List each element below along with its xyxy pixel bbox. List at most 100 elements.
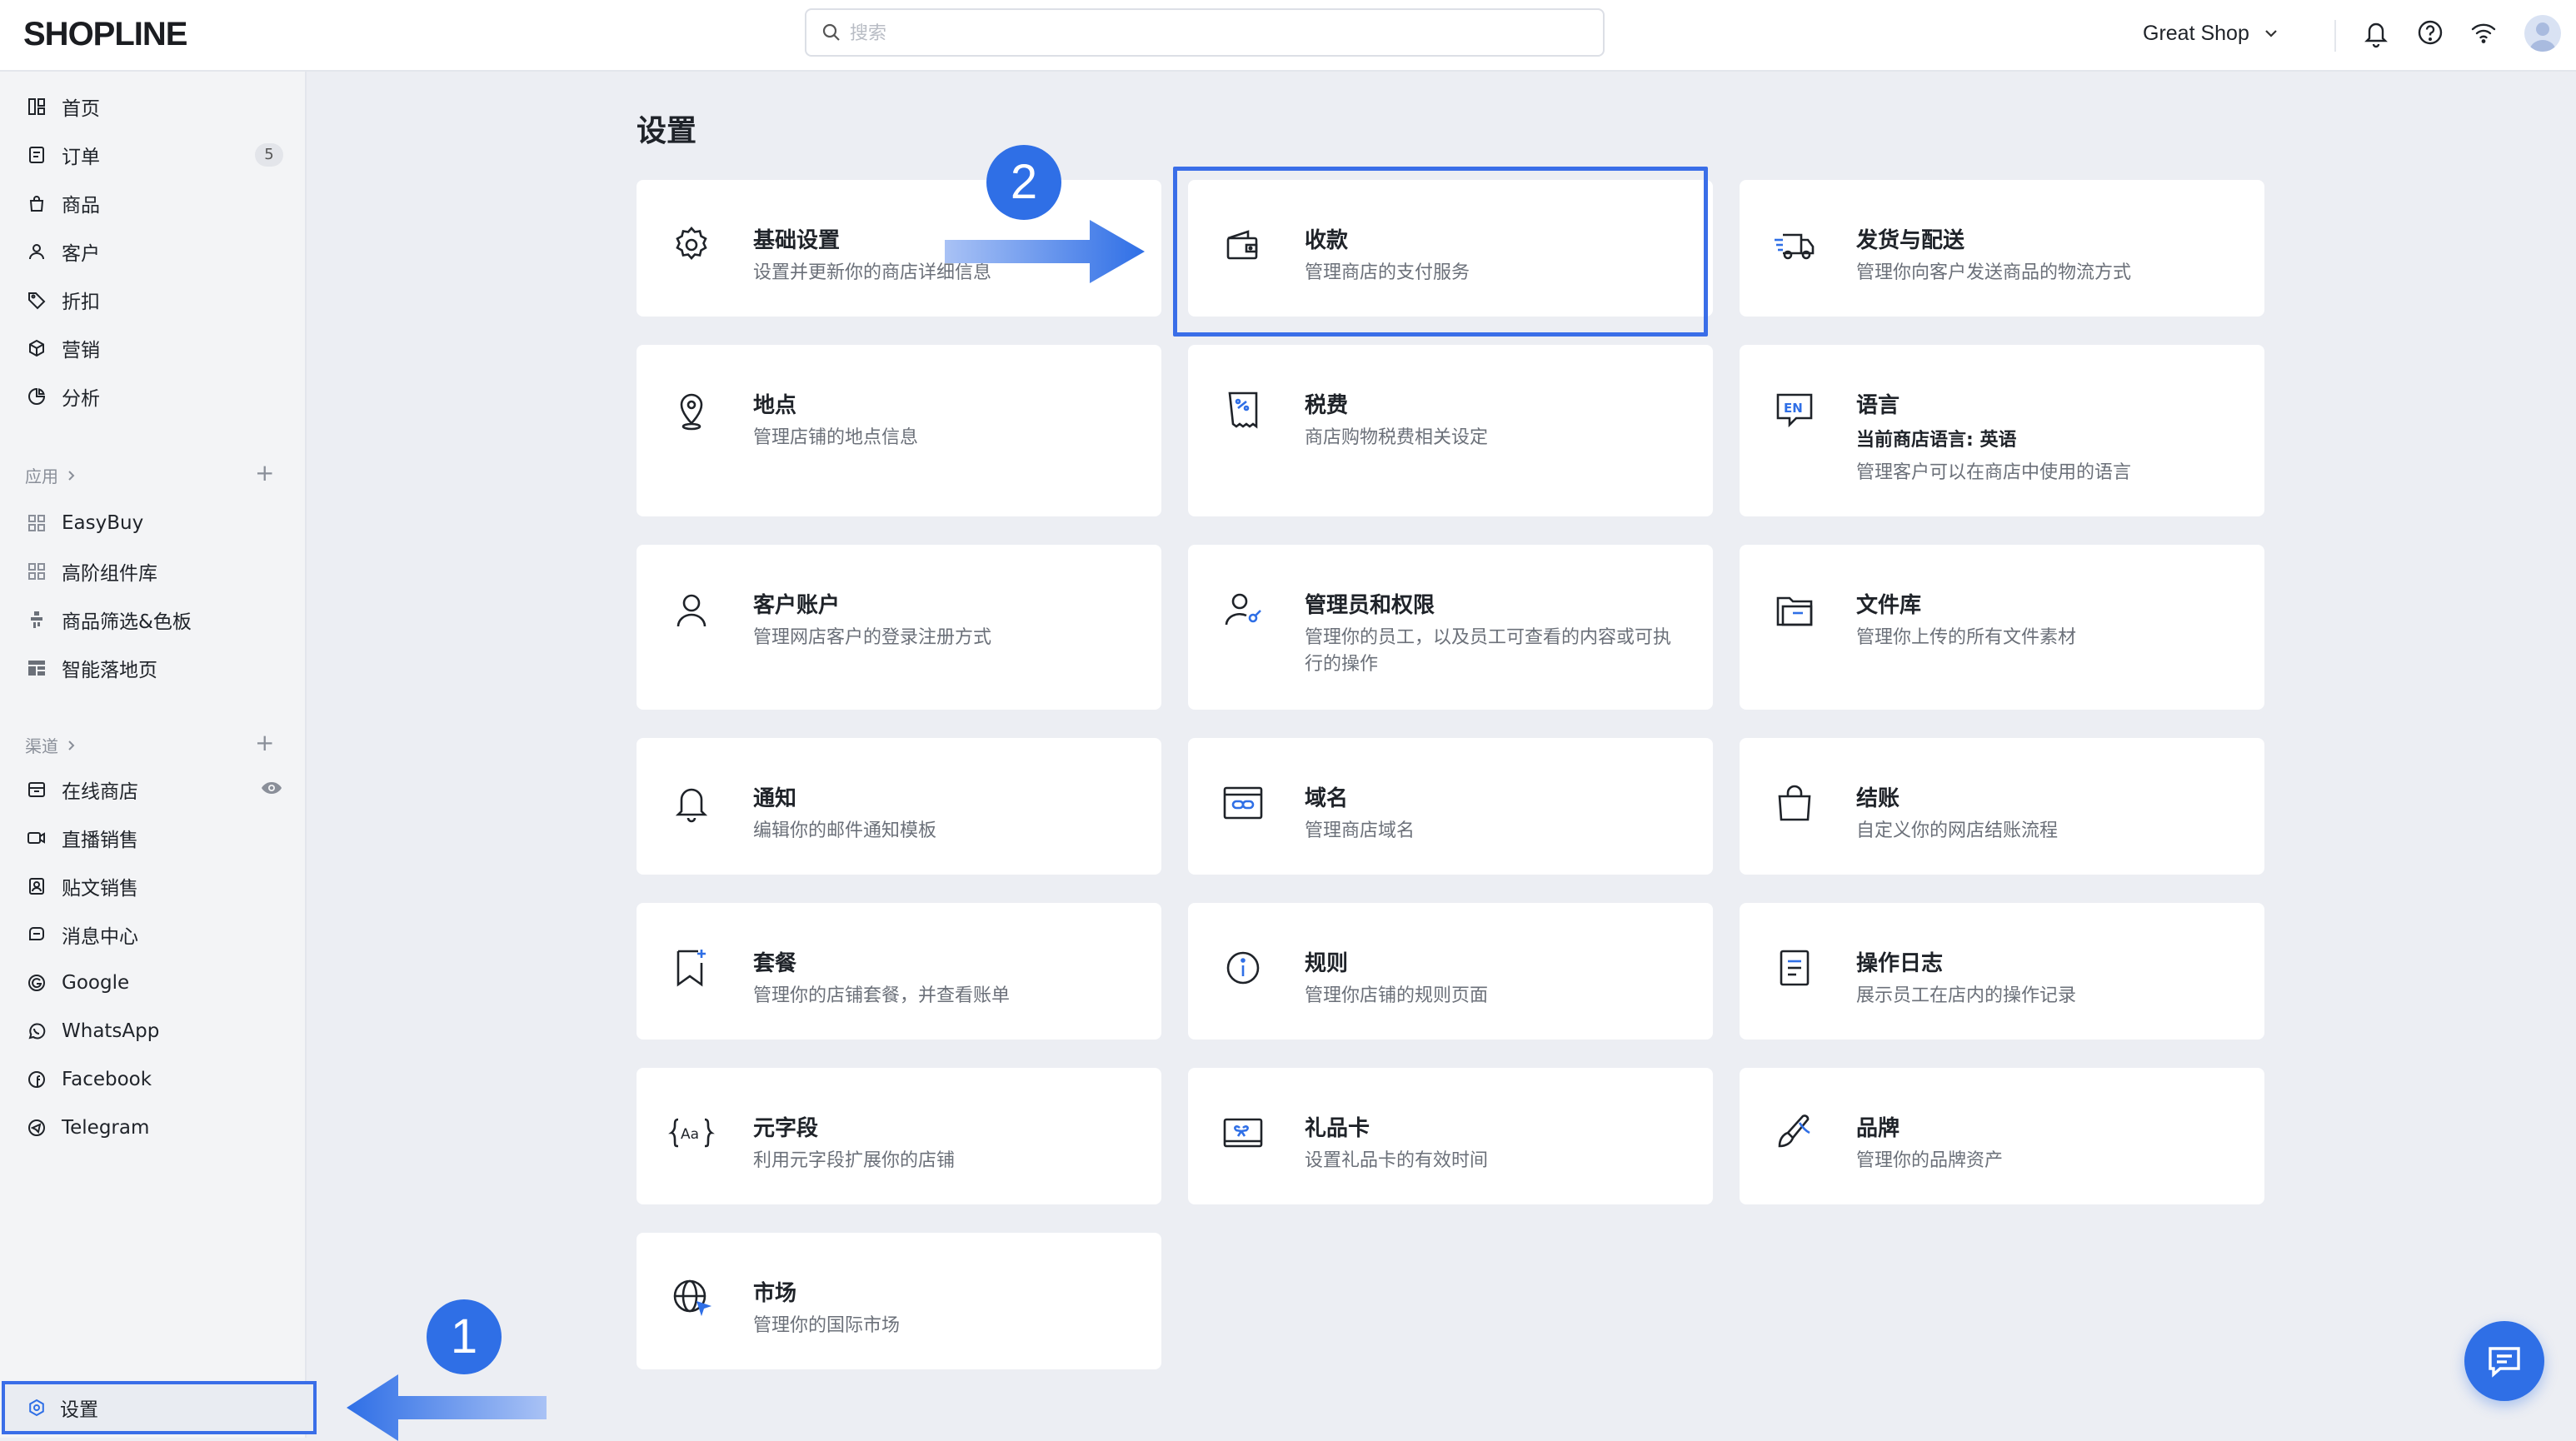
domain-link-icon xyxy=(1220,780,1266,826)
sidebar-item-label: 营销 xyxy=(62,340,100,361)
message-center-icon xyxy=(25,923,48,946)
settings-card-customer-accounts[interactable]: 客户账户 管理网店客户的登录注册方式 xyxy=(637,545,1161,710)
settings-card-gift-cards[interactable]: 礼品卡 设置礼品卡的有效时间 xyxy=(1188,1068,1713,1204)
sidebar-item-online-store[interactable]: 在线商店 xyxy=(25,771,283,808)
settings-card-files[interactable]: 文件库 管理你上传的所有文件素材 xyxy=(1740,545,2264,710)
whatsapp-icon xyxy=(25,1020,48,1043)
settings-card-plan[interactable]: 套餐 管理你的店铺套餐，并查看账单 xyxy=(637,903,1161,1040)
step-marker-2: 2 xyxy=(986,145,1061,220)
channels-section-text: 渠道 xyxy=(25,736,58,756)
settings-card-taxes[interactable]: 税费 商店购物税费相关设定 xyxy=(1188,345,1713,516)
sidebar-item-customers[interactable]: 客户 xyxy=(25,233,283,270)
settings-card-metafields[interactable]: Aa 元字段 利用元字段扩展你的店铺 xyxy=(637,1068,1161,1204)
card-title: 市场 xyxy=(753,1281,797,1306)
card-title: 文件库 xyxy=(1856,593,1922,618)
sidebar: 首页 订单 5 商品 客户 折扣 营销 分析 应用 + EasyBuy 高阶组件… xyxy=(0,72,307,1438)
sidebar-item-product-filter[interactable]: 商品筛选&色板 xyxy=(25,601,283,638)
card-title: 基础设置 xyxy=(753,228,841,253)
chevron-right-icon xyxy=(68,740,75,750)
shop-selector[interactable]: Great Shop xyxy=(2143,17,2279,50)
sidebar-item-products[interactable]: 商品 xyxy=(25,185,283,222)
checkout-bag-icon xyxy=(1771,780,1818,826)
step-marker-1: 1 xyxy=(427,1299,502,1374)
filter-app-icon xyxy=(25,608,48,631)
sidebar-item-label: 设置 xyxy=(60,1399,98,1421)
settings-card-shipping[interactable]: 发货与配送 管理你向客户发送商品的物流方式 xyxy=(1740,180,2264,317)
order-icon xyxy=(25,143,48,167)
card-title: 发货与配送 xyxy=(1856,228,1965,253)
product-bag-icon xyxy=(25,192,48,215)
settings-card-brand[interactable]: 品牌 管理你的品牌资产 xyxy=(1740,1068,2264,1204)
gear-icon xyxy=(668,222,715,268)
sidebar-item-google[interactable]: Google xyxy=(25,965,283,1001)
settings-card-markets[interactable]: 市场 管理你的国际市场 xyxy=(637,1233,1161,1369)
sidebar-item-home[interactable]: 首页 xyxy=(25,88,283,125)
settings-card-checkout[interactable]: 结账 自定义你的网店结账流程 xyxy=(1740,738,2264,875)
card-title: 地点 xyxy=(753,393,797,418)
storefront-icon xyxy=(25,778,48,801)
sidebar-item-advanced-components[interactable]: 高阶组件库 xyxy=(25,553,283,590)
google-icon xyxy=(25,971,48,995)
settings-card-notifications[interactable]: 通知 编辑你的邮件通知模板 xyxy=(637,738,1161,875)
channels-section-label[interactable]: 渠道 xyxy=(25,733,77,757)
sidebar-item-label: Facebook xyxy=(62,1069,152,1090)
chat-bubble-icon xyxy=(2485,1342,2524,1380)
sidebar-item-discounts[interactable]: 折扣 xyxy=(25,282,283,318)
sidebar-item-label: 贴文销售 xyxy=(62,878,138,900)
card-title: 税费 xyxy=(1305,393,1349,418)
settings-card-locations[interactable]: 地点 管理店铺的地点信息 xyxy=(637,345,1161,516)
sidebar-item-orders[interactable]: 订单 5 xyxy=(25,137,283,173)
page-title: 设置 xyxy=(637,114,697,148)
sidebar-item-settings[interactable]: 设置 xyxy=(2,1381,317,1434)
card-description: 管理网店客户的登录注册方式 xyxy=(753,627,992,648)
sidebar-item-smart-landing[interactable]: 智能落地页 xyxy=(25,650,283,686)
sidebar-item-label: WhatsApp xyxy=(62,1020,160,1042)
bell-icon xyxy=(668,780,715,826)
add-app-button[interactable]: + xyxy=(255,461,274,485)
eye-icon[interactable] xyxy=(260,778,283,798)
shopline-logo[interactable]: SHOPLINE xyxy=(23,13,187,55)
help-icon[interactable] xyxy=(2416,18,2444,47)
settings-card-language[interactable]: EN 语言 当前商店语言: 英语 管理客户可以在商店中使用的语言 xyxy=(1740,345,2264,516)
card-description: 管理你的店铺套餐，并查看账单 xyxy=(753,985,1011,1006)
sidebar-item-easybuy[interactable]: EasyBuy xyxy=(25,505,283,541)
sidebar-item-marketing[interactable]: 营销 xyxy=(25,330,283,366)
card-description: 管理你向客户发送商品的物流方式 xyxy=(1856,262,2132,283)
search-box[interactable] xyxy=(805,8,1605,57)
card-title: 规则 xyxy=(1305,951,1349,976)
dashboard-icon xyxy=(25,95,48,118)
add-channel-button[interactable]: + xyxy=(255,731,274,755)
tax-receipt-icon xyxy=(1220,386,1266,433)
user-avatar[interactable] xyxy=(2524,15,2561,52)
notification-bell-icon[interactable] xyxy=(2363,18,2389,48)
card-description: 设置礼品卡的有效时间 xyxy=(1305,1150,1489,1171)
card-description: 管理你上传的所有文件素材 xyxy=(1856,627,2077,648)
apps-section-label[interactable]: 应用 xyxy=(25,463,77,487)
app-grid-icon xyxy=(25,560,48,583)
sidebar-item-post-selling[interactable]: 贴文销售 xyxy=(25,868,283,905)
sidebar-item-live-selling[interactable]: 直播销售 xyxy=(25,820,283,856)
sidebar-item-telegram[interactable]: Telegram xyxy=(25,1109,283,1146)
search-input[interactable] xyxy=(848,17,1585,50)
settings-card-activity-log[interactable]: 操作日志 展示员工在店内的操作记录 xyxy=(1740,903,2264,1040)
current-language: 当前商店语言: 英语 xyxy=(1856,430,2017,451)
card-title: 套餐 xyxy=(753,951,797,976)
admin-permission-icon xyxy=(1220,586,1266,633)
sidebar-item-label: 在线商店 xyxy=(62,781,138,803)
settings-card-policies[interactable]: 规则 管理你店铺的规则页面 xyxy=(1188,903,1713,1040)
sidebar-item-message-center[interactable]: 消息中心 xyxy=(25,916,283,953)
sidebar-item-analytics[interactable]: 分析 xyxy=(25,378,283,415)
settings-card-domains[interactable]: 域名 管理商店域名 xyxy=(1188,738,1713,875)
settings-card-admins[interactable]: 管理员和权限 管理你的员工，以及员工可查看的内容或可执行的操作 xyxy=(1188,545,1713,710)
settings-gear-icon xyxy=(27,1398,47,1418)
card-description: 管理客户可以在商店中使用的语言 xyxy=(1856,462,2132,483)
wifi-icon[interactable] xyxy=(2469,18,2498,47)
sidebar-item-label: Telegram xyxy=(62,1117,150,1139)
sidebar-item-facebook[interactable]: Facebook xyxy=(25,1061,283,1098)
chat-support-button[interactable] xyxy=(2464,1321,2544,1401)
card-description: 管理你的国际市场 xyxy=(753,1315,901,1336)
card-title: 管理员和权限 xyxy=(1305,593,1435,618)
sidebar-item-whatsapp[interactable]: WhatsApp xyxy=(25,1013,283,1050)
gift-card-icon xyxy=(1220,1109,1266,1156)
order-count-badge: 5 xyxy=(255,143,283,167)
